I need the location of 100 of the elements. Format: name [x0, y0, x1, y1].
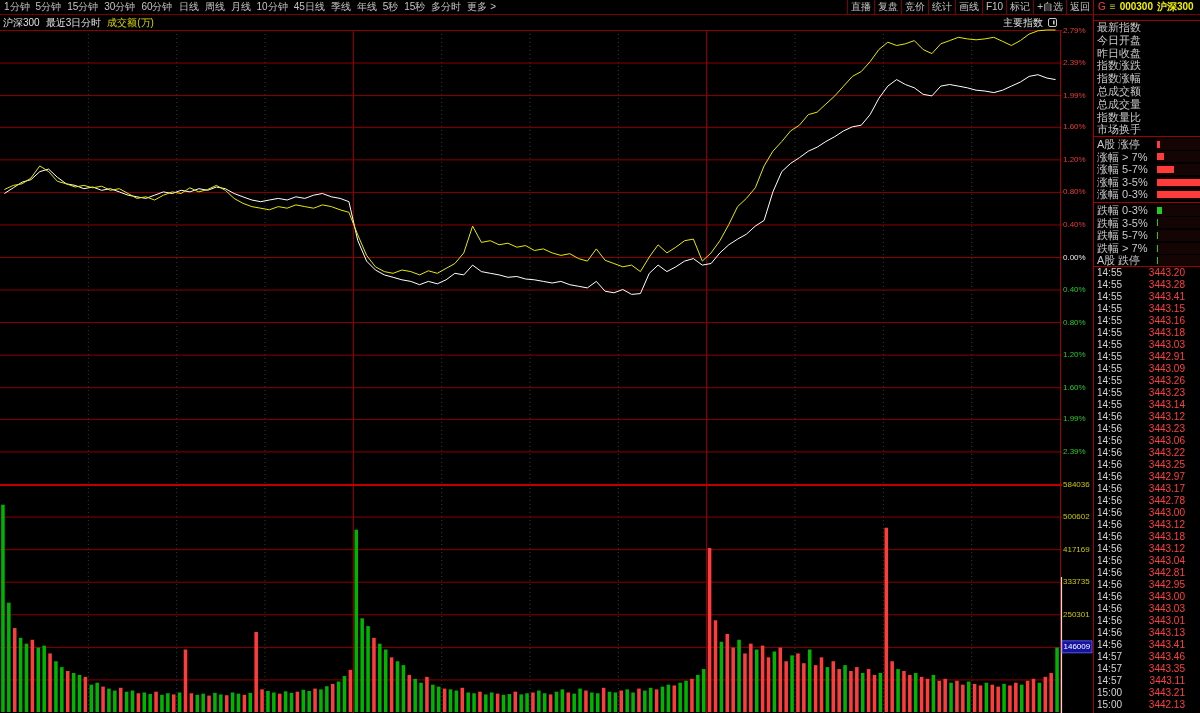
field-label: 昨日收盘	[1097, 46, 1142, 60]
period-button[interactable]: 年线	[353, 0, 380, 14]
axis-label: 0.80%	[1063, 317, 1086, 327]
period-button[interactable]: 45日线	[290, 0, 328, 14]
toolbar-button[interactable]: 画线	[954, 0, 982, 14]
tick-time: 14:55	[1097, 375, 1123, 387]
toolbar-button[interactable]: 竞价	[900, 0, 928, 14]
volume-bar	[584, 690, 588, 712]
period-button[interactable]: 15秒	[401, 0, 429, 14]
volume-bar	[902, 671, 906, 712]
volume-bar	[54, 661, 58, 712]
volume-bar	[154, 691, 158, 712]
toolbar-button[interactable]: 直播	[846, 0, 874, 14]
chart-title: 沪深300	[3, 15, 40, 30]
period-button[interactable]: 日线	[175, 0, 202, 14]
tick-price: 3442.91	[1148, 351, 1185, 363]
tick-time: 14:56	[1097, 603, 1123, 615]
tick-time: 14:55	[1097, 303, 1123, 315]
tick-price: 3443.00	[1148, 507, 1185, 519]
volume-bar	[472, 693, 476, 712]
tick-price: 3443.20	[1148, 267, 1185, 279]
tick-price: 3443.17	[1148, 483, 1185, 495]
tick-time: 14:56	[1097, 627, 1123, 639]
toolbar-button[interactable]: 统计	[927, 0, 955, 14]
volume-bar	[478, 691, 482, 712]
period-button[interactable]: 更多 >	[464, 0, 500, 14]
index-button[interactable]: 主要指数	[1003, 15, 1057, 30]
tick-price: 3443.25	[1148, 459, 1185, 471]
period-button[interactable]: 1分钟	[1, 0, 33, 14]
volume-bar	[48, 653, 52, 712]
period-button[interactable]: 5分钟	[32, 0, 65, 14]
tick-price: 3443.04	[1148, 555, 1185, 567]
axis-label: 0.80%	[1063, 187, 1086, 197]
tick-time: 14:55	[1097, 267, 1123, 279]
tick-time: 14:56	[1097, 639, 1123, 651]
period-button[interactable]: 多分时	[428, 0, 465, 14]
tick-time: 14:57	[1097, 651, 1123, 663]
tick-time: 14:56	[1097, 495, 1123, 507]
tick-price: 3442.95	[1148, 579, 1185, 591]
volume-bar	[849, 671, 853, 712]
axis-label: 1.99%	[1063, 90, 1086, 100]
tick-time: 14:56	[1097, 459, 1123, 471]
period-button[interactable]: 季线	[327, 0, 354, 14]
breadth-label: 跌幅 0-3%	[1097, 204, 1149, 217]
axis-label: 1.99%	[1063, 414, 1086, 424]
period-button[interactable]: 15分钟	[64, 0, 102, 14]
breadth-label: 涨幅 3-5%	[1097, 175, 1149, 189]
period-button[interactable]: 周线	[201, 0, 228, 14]
period-button[interactable]: 10分钟	[253, 0, 291, 14]
toolbar-button[interactable]: +自选	[1033, 0, 1066, 14]
breadth-label: 跌幅 5-7%	[1097, 229, 1149, 242]
tick-time: 15:00	[1097, 687, 1123, 699]
tick-price: 3443.11	[1149, 675, 1185, 687]
menu-icon[interactable]: ≡	[1109, 0, 1116, 14]
breadth-label: 涨幅 > 7%	[1097, 150, 1149, 164]
axis-label: 1.60%	[1063, 382, 1086, 392]
tick-time: 14:55	[1097, 279, 1123, 291]
tick-time: 14:56	[1097, 435, 1123, 447]
volume-bar	[896, 669, 900, 712]
tick-price: 3443.21	[1148, 687, 1185, 699]
tick-price: 3443.35	[1148, 663, 1185, 675]
volume-bar	[631, 692, 635, 712]
tick-time: 14:56	[1097, 543, 1123, 555]
tick-time: 14:55	[1097, 315, 1123, 327]
axis-label: 0.40%	[1063, 285, 1086, 295]
tick-time: 14:56	[1097, 471, 1123, 483]
volume-bar	[313, 688, 317, 712]
volume-bar	[637, 688, 641, 712]
tick-time: 15:00	[1097, 699, 1123, 711]
volume-bar	[1055, 647, 1059, 712]
volume-bar	[160, 694, 164, 712]
axis-label: 1.20%	[1063, 154, 1086, 164]
tick-time: 14:56	[1097, 519, 1123, 531]
volume-bar	[107, 688, 111, 712]
toolbar-button[interactable]: 复盘	[873, 0, 901, 14]
tick-time: 14:57	[1097, 663, 1123, 675]
tick-price: 3442.13	[1148, 699, 1185, 711]
period-button[interactable]: 5秒	[379, 0, 402, 14]
period-button[interactable]: 60分钟	[138, 0, 176, 14]
period-button[interactable]: 月线	[227, 0, 254, 14]
volume-bar	[419, 682, 423, 712]
breadth-label: 涨幅 0-3%	[1097, 188, 1149, 201]
period-button[interactable]: 30分钟	[101, 0, 139, 14]
tick-time: 14:55	[1097, 399, 1123, 411]
tick-price: 3443.16	[1148, 315, 1185, 327]
tick-time: 14:56	[1097, 483, 1123, 495]
field-label: 指数量比	[1097, 110, 1142, 124]
tick-time: 14:56	[1097, 567, 1123, 579]
axis-label: 500602	[1063, 512, 1090, 522]
axis-label: 584036	[1063, 479, 1090, 489]
breadth-label: A股 涨停	[1097, 138, 1142, 151]
tick-price: 3443.12	[1148, 411, 1185, 423]
axis-label: 0.40%	[1063, 219, 1086, 229]
square-icon	[1048, 18, 1057, 27]
volume-bar	[949, 682, 953, 712]
tick-time: 14:55	[1097, 327, 1123, 339]
volume-readout: 146009	[1061, 640, 1093, 654]
volume-bar	[213, 692, 217, 712]
tick-price: 3442.97	[1148, 471, 1185, 483]
volume-bar	[1008, 685, 1012, 712]
